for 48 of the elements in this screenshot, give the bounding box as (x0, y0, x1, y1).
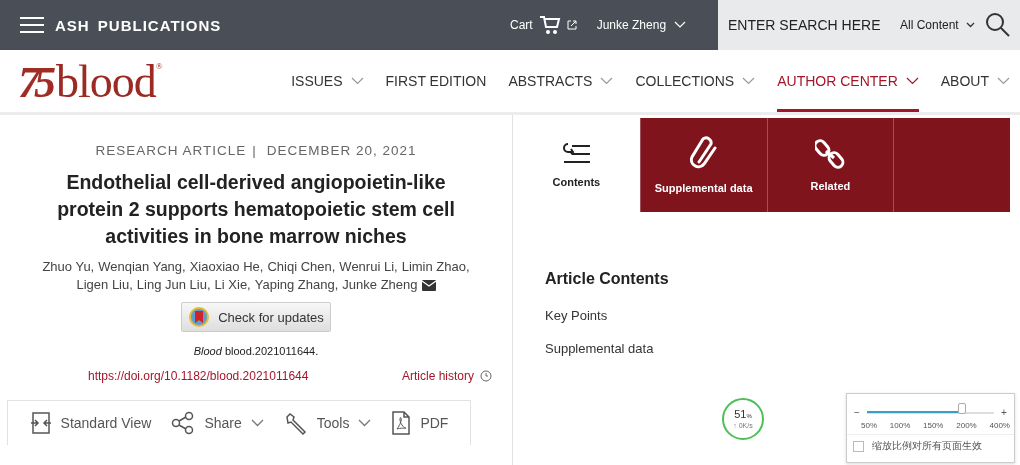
search-field[interactable]: ENTER SEARCH HERE (726, 16, 890, 34)
nav-link[interactable]: ISSUES (291, 50, 364, 112)
article-history-link[interactable]: Article history (401, 369, 492, 383)
nav-link[interactable]: ABOUT (940, 50, 1010, 112)
pdf-button[interactable]: PDF (391, 411, 449, 435)
nav-link[interactable]: COLLECTIONS (635, 50, 756, 112)
share-button[interactable]: Share (171, 411, 264, 435)
blood-logo[interactable]: 75blood$^{®}$ (18, 54, 163, 108)
brand-name[interactable]: ASH PUBLICATIONS (55, 16, 222, 34)
author-link[interactable]: Junke Zheng (342, 276, 418, 294)
tools-button[interactable]: Tools (283, 411, 372, 435)
contents-link[interactable]: Supplemental data (545, 341, 1020, 356)
zoom-tick-label: 400% (989, 421, 1010, 430)
contents-heading: Article Contents (545, 270, 670, 288)
doi-link[interactable]: https://doi.org/10.1182/blood.2021011644 (88, 369, 309, 383)
zoom-tick-label: 150% (923, 421, 944, 430)
article-title: Endothelial cell-derived angiopoietin-like protein 2 supports hematopoietic stem cell activities in bone marrow niches (56, 170, 456, 249)
zoom-tick-label: 200% (956, 421, 977, 430)
author-link[interactable]: Ling Jun Liu, (136, 276, 211, 294)
contents-link[interactable]: Key Points (545, 308, 1020, 323)
standard-view-button[interactable]: Standard View (29, 411, 152, 435)
nav-link[interactable]: ABSTRACTS (508, 50, 614, 112)
author-link[interactable]: Yaping Zhang, (254, 276, 339, 294)
side-tab[interactable]: Supplemental data (639, 118, 767, 212)
author-link[interactable]: Wenrui Li, (339, 258, 398, 276)
user-menu[interactable]: Junke Zheng (596, 18, 687, 32)
zoom-tick-label: 50% (861, 421, 877, 430)
author-link[interactable]: Chiqi Chen, (267, 258, 336, 276)
zoom-out-button[interactable]: − (853, 407, 861, 418)
apply-all-label: 缩放比例对所有页面生效 (872, 439, 982, 453)
separator: | (252, 143, 257, 158)
author-link[interactable]: Xiaoxiao He, (189, 258, 264, 276)
author-link[interactable]: Zhuo Yu, (42, 258, 95, 276)
nav-link[interactable]: FIRST EDITION (385, 50, 487, 112)
author-link[interactable]: Wenqian Yang, (98, 258, 186, 276)
zoom-tick-label: 100% (889, 421, 911, 430)
citation: Blood blood.2021011644. (193, 345, 319, 357)
check-for-updates-button[interactable]: Check for updates (181, 302, 331, 332)
zoom-in-button[interactable]: + (1000, 407, 1008, 418)
article-date: DECEMBER 20, 2021 (266, 143, 417, 158)
author-link[interactable]: Ligen Liu, (76, 276, 133, 294)
scope-dropdown[interactable]: All Content (900, 18, 975, 32)
side-tab[interactable]: Related (766, 118, 894, 212)
author-link[interactable]: Li Xie, (214, 276, 251, 294)
author-link[interactable]: Limin Zhao, (401, 258, 470, 276)
article-type: RESEARCH ARTICLE (95, 143, 247, 158)
nav-link[interactable]: AUTHOR CENTER (777, 50, 919, 112)
cart-link[interactable]: Cart (510, 18, 533, 32)
